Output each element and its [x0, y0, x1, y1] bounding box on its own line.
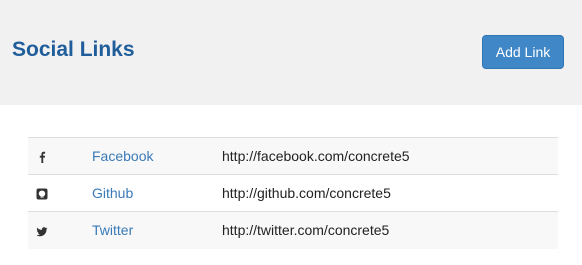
link-name-twitter[interactable]: Twitter [92, 222, 133, 238]
page-title: Social Links [12, 38, 135, 61]
table-row: Github http://github.com/concrete5 [28, 174, 558, 212]
link-name-facebook[interactable]: Facebook [92, 148, 153, 164]
link-url: http://github.com/concrete5 [222, 185, 391, 201]
link-url: http://twitter.com/concrete5 [222, 222, 390, 239]
social-links-table: Facebook http://facebook.com/concrete5 G… [28, 137, 558, 249]
add-link-button[interactable]: Add Link [482, 35, 564, 69]
table-row: Twitter http://twitter.com/concrete5 [28, 211, 558, 249]
table-row: Facebook http://facebook.com/concrete5 [28, 137, 558, 175]
facebook-icon [36, 151, 48, 164]
twitter-icon [36, 226, 48, 238]
link-name-github[interactable]: Github [92, 185, 133, 201]
link-url: http://facebook.com/concrete5 [222, 148, 410, 164]
page-header: Social Links Add Link [0, 0, 582, 105]
github-icon [36, 188, 48, 200]
